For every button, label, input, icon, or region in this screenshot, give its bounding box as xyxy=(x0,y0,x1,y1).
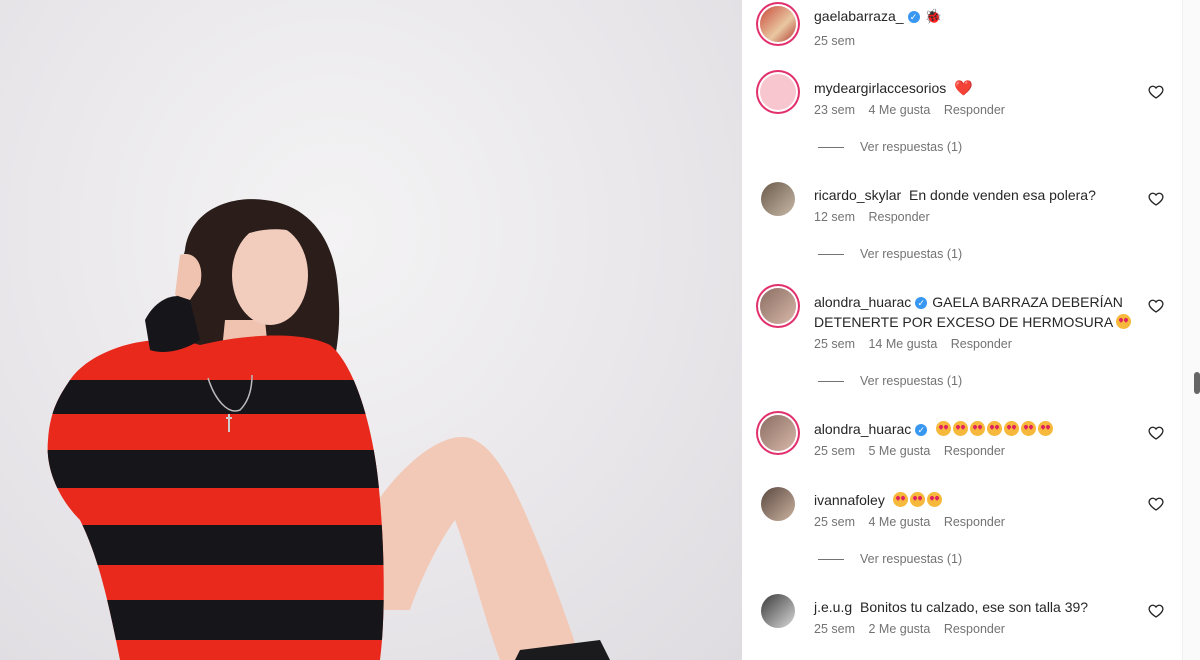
instagram-post-view: gaelabarraza_ ✓ 🐞 25 sem mydeargirlaccesor… xyxy=(0,0,1200,660)
author-username[interactable]: gaelabarraza_ xyxy=(814,8,904,24)
comment-time: 25 sem xyxy=(814,622,855,636)
comment-emoji: ❤️ xyxy=(954,80,973,97)
comment-username[interactable]: j.e.u.g xyxy=(814,599,852,615)
like-heart-icon[interactable] xyxy=(1148,603,1164,619)
comment-text: En donde venden esa polera? xyxy=(909,187,1096,203)
comment-likes[interactable]: 4 Me gusta xyxy=(868,103,930,117)
reply-button[interactable]: Responder xyxy=(944,444,1005,458)
reply-button[interactable]: Responder xyxy=(944,515,1005,529)
star-struck-emojis xyxy=(936,421,1055,437)
commenter-avatar[interactable] xyxy=(760,415,796,451)
comment-likes[interactable]: 14 Me gusta xyxy=(868,337,937,351)
girl-in-striped-sweater-image xyxy=(47,199,610,660)
commenter-avatar[interactable] xyxy=(760,288,796,324)
reply-button[interactable]: Responder xyxy=(944,622,1005,636)
comment-username[interactable]: alondra_huarac xyxy=(814,421,911,437)
view-replies-button[interactable]: Ver respuestas (1) xyxy=(818,247,962,261)
scrollbar[interactable] xyxy=(1182,0,1200,660)
comment-time: 23 sem xyxy=(814,103,855,117)
comment-username[interactable]: alondra_huarac xyxy=(814,294,911,310)
reply-button[interactable]: Responder xyxy=(944,103,1005,117)
commenter-avatar[interactable] xyxy=(760,74,796,110)
reply-button[interactable]: Responder xyxy=(868,210,929,224)
verified-icon: ✓ xyxy=(915,297,928,310)
post-time: 25 sem xyxy=(814,34,855,48)
star-struck-emoji-icon xyxy=(1116,314,1132,329)
view-replies-button[interactable]: Ver respuestas (1) xyxy=(818,374,962,388)
comment-username[interactable]: ricardo_skylar xyxy=(814,187,901,203)
commenter-avatar[interactable] xyxy=(761,182,795,216)
star-struck-emojis xyxy=(892,492,944,508)
verified-icon: ✓ xyxy=(907,11,920,24)
comment-username[interactable]: ivannafoley xyxy=(814,492,885,508)
author-avatar[interactable] xyxy=(760,6,796,42)
comment-time: 12 sem xyxy=(814,210,855,224)
reply-button[interactable]: Responder xyxy=(951,337,1012,351)
like-heart-icon[interactable] xyxy=(1148,298,1164,314)
commenter-avatar[interactable] xyxy=(761,594,795,628)
comment-time: 25 sem xyxy=(814,515,855,529)
comment-likes[interactable]: 4 Me gusta xyxy=(868,515,930,529)
post-photo[interactable] xyxy=(0,0,742,660)
like-heart-icon[interactable] xyxy=(1148,191,1164,207)
like-heart-icon[interactable] xyxy=(1148,496,1164,512)
comment-text: Bonitos tu calzado, ese son talla 39? xyxy=(860,599,1089,615)
comment-likes[interactable]: 5 Me gusta xyxy=(868,444,930,458)
verified-icon: ✓ xyxy=(915,424,928,437)
comment-username[interactable]: mydeargirlaccesorios xyxy=(814,80,946,96)
view-replies-button[interactable]: Ver respuestas (1) xyxy=(818,552,962,566)
commenter-avatar[interactable] xyxy=(761,487,795,521)
comment-likes[interactable]: 2 Me gusta xyxy=(868,622,930,636)
like-heart-icon[interactable] xyxy=(1148,84,1164,100)
comment-time: 25 sem xyxy=(814,444,855,458)
scrollbar-thumb[interactable] xyxy=(1194,372,1200,394)
like-heart-icon[interactable] xyxy=(1148,425,1164,441)
author-emoji: 🐞 xyxy=(924,8,942,24)
comment-time: 25 sem xyxy=(814,337,855,351)
view-replies-button[interactable]: Ver respuestas (1) xyxy=(818,140,962,154)
